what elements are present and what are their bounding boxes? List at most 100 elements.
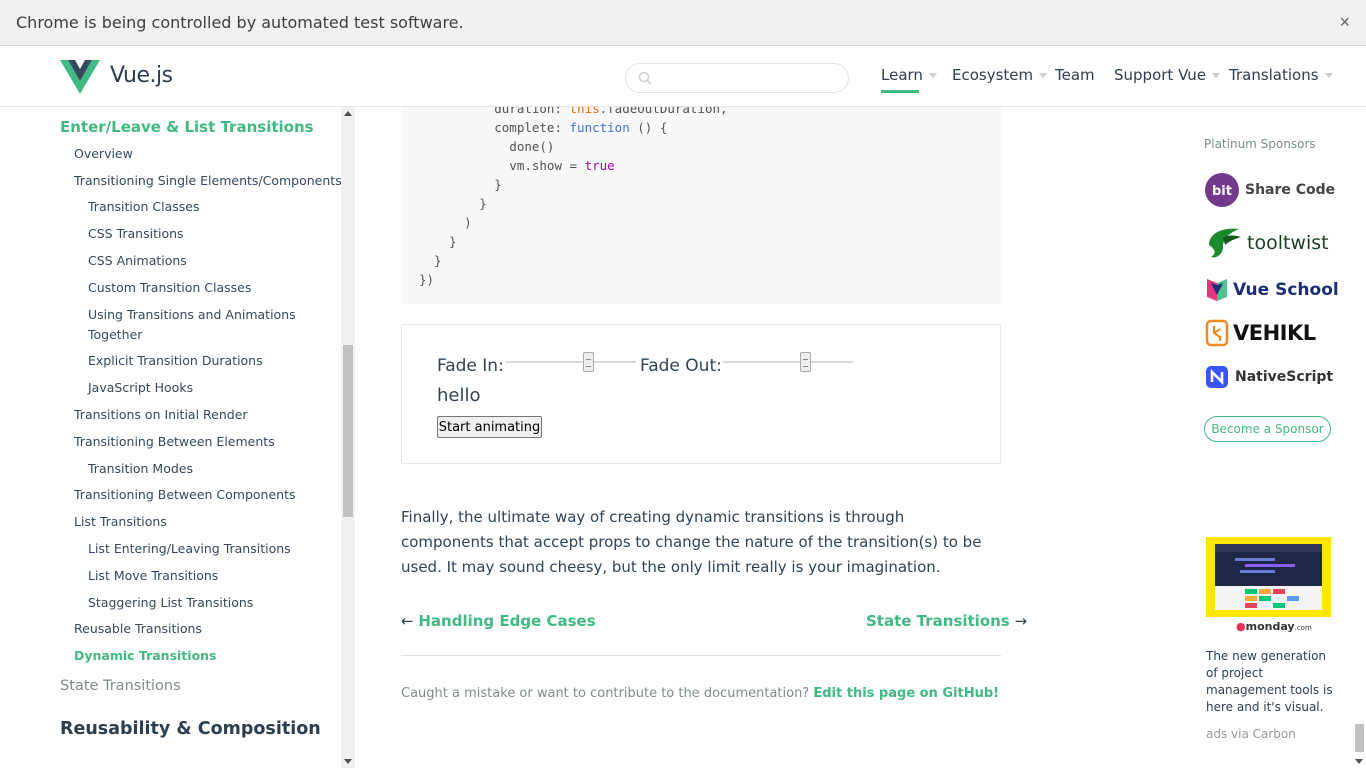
sponsor-tooltwist-label: tooltwist [1247,232,1329,254]
sidebar-item-transitions-animations-cont[interactable]: Together [88,327,142,342]
code-block: duration: this.fadeOutDuration, complete… [401,107,1001,304]
nativescript-logo-icon [1206,366,1228,388]
fade-out-slider[interactable] [723,352,853,372]
demo-box: Fade In: Fade Out: hello Start animating [401,324,1001,464]
search-box[interactable] [625,63,849,93]
bit-badge: bit [1212,184,1232,199]
hello-text: hello [437,385,481,406]
sidebar-item-css-transitions[interactable]: CSS Transitions [88,226,184,241]
nav-translations-label: Translations [1229,66,1319,84]
sidebar-item-overview[interactable]: Overview [74,146,133,161]
nav-ecosystem[interactable]: Ecosystem [952,66,1048,84]
sidebar-item-custom-classes[interactable]: Custom Transition Classes [88,280,251,295]
chevron-down-icon [1212,72,1221,78]
sidebar-item-initial-render[interactable]: Transitions on Initial Render [74,407,248,422]
sidebar-item-list-entering[interactable]: List Entering/Leaving Transitions [88,541,291,556]
scroll-up-icon[interactable] [344,111,352,116]
monday-logo-icon: ● [1236,620,1246,633]
sidebar-item-transition-classes[interactable]: Transition Classes [88,199,200,214]
next-link[interactable]: State Transitions → [866,612,1027,630]
site-header: Vue.js Learn Ecosystem Team Support Vue … [0,46,1366,107]
sidebar-item-between-components[interactable]: Transitioning Between Components [74,487,296,502]
vue-school-logo-icon [1207,279,1227,301]
sidebar-item-dynamic[interactable]: Dynamic Transitions [74,648,217,663]
divider [401,655,1001,656]
fade-in-slider[interactable] [506,352,636,372]
ad-brand-name: monday [1245,620,1295,633]
sponsor-tooltwist[interactable]: tooltwist [1205,225,1329,261]
close-icon[interactable]: × [1339,12,1350,33]
sponsor-vehikl[interactable]: VEHIKL [1205,319,1316,347]
sidebar-scrollbar[interactable] [341,107,355,768]
sidebar-item-staggering[interactable]: Staggering List Transitions [88,595,253,610]
vue-logo-icon[interactable] [60,60,100,94]
infobar-message: Chrome is being controlled by automated … [16,13,464,32]
scroll-down-icon[interactable] [344,759,352,764]
sponsor-vehikl-label: VEHIKL [1233,321,1316,345]
sidebar-section-title[interactable]: Enter/Leave & List Transitions [60,118,314,136]
ad-brand-suffix: .com [1294,624,1312,632]
nav-team[interactable]: Team [1055,66,1095,84]
nav-team-label: Team [1055,66,1095,84]
sidebar-item-transitions-animations[interactable]: Using Transitions and Animations [88,307,296,322]
sponsor-bit-label: Share Code [1245,182,1336,198]
logo-text[interactable]: Vue.js [110,63,173,88]
sidebar-item-js-hooks[interactable]: JavaScript Hooks [88,380,193,395]
ad-dashboard-graphic [1215,544,1322,610]
chevron-down-icon [1324,72,1333,78]
sidebar: Enter/Leave & List Transitions Overview … [0,107,341,768]
sidebar-item-single-elements[interactable]: Transitioning Single Elements/Components [74,173,341,188]
sidebar-item-between-elements[interactable]: Transitioning Between Elements [74,434,275,449]
arrow-left-icon: ← [401,612,414,630]
sidebar-item-css-animations[interactable]: CSS Animations [88,253,187,268]
sponsor-nativescript-label: NativeScript [1235,369,1334,385]
footer-note: Caught a mistake or want to contribute t… [401,686,999,701]
nav-active-indicator [881,90,919,93]
become-sponsor-button[interactable]: Become a Sponsor [1204,416,1331,442]
sidebar-item-explicit-durations[interactable]: Explicit Transition Durations [88,353,263,368]
vehikl-logo-icon [1205,319,1229,347]
code-content: duration: this.fadeOutDuration, complete… [419,107,728,287]
ad-screenshot [1215,544,1322,610]
ad-via-carbon[interactable]: ads via Carbon [1206,727,1296,741]
search-icon [638,71,652,85]
ad-image[interactable] [1206,537,1331,617]
prev-link[interactable]: ← Handling Edge Cases [401,612,596,630]
nav-support-vue[interactable]: Support Vue [1114,66,1221,84]
automation-infobar: Chrome is being controlled by automated … [0,0,1366,46]
arrow-right-icon: → [1014,612,1028,630]
sidebar-item-state-transitions[interactable]: State Transitions [60,678,181,694]
sidebar-item-transition-modes[interactable]: Transition Modes [88,461,193,476]
nav-ecosystem-label: Ecosystem [952,66,1034,84]
scroll-down-icon[interactable] [1355,759,1363,764]
sidebar-item-reusable[interactable]: Reusable Transitions [74,621,202,636]
slider-handle[interactable] [800,352,811,372]
search-input[interactable] [658,68,838,88]
platinum-sponsors-title: Platinum Sponsors [1204,137,1316,151]
edit-on-github-link[interactable]: Edit this page on GitHub! [813,686,999,701]
slider-handle[interactable] [583,352,594,372]
prev-link-label[interactable]: Handling Edge Cases [418,612,595,630]
ad-brand[interactable]: ●monday.com [1236,620,1312,633]
tooltwist-logo-icon [1209,228,1241,258]
fade-in-label: Fade In: [437,356,504,376]
page-scrollbar[interactable] [1352,107,1366,768]
body-paragraph: Finally, the ultimate way of creating dy… [401,508,982,576]
nav-translations[interactable]: Translations [1229,66,1333,84]
start-animating-button[interactable]: Start animating [437,416,542,438]
scrollbar-thumb[interactable] [1355,724,1364,752]
sidebar-group-title: Reusability & Composition [60,719,321,739]
next-link-label[interactable]: State Transitions [866,612,1010,630]
nav-support-label: Support Vue [1114,66,1207,84]
sponsor-nativescript[interactable]: NativeScript [1205,365,1333,389]
sidebar-item-list-move[interactable]: List Move Transitions [88,568,218,583]
nav-learn-label: Learn [881,66,923,84]
nav-learn[interactable]: Learn [881,66,937,84]
scrollbar-thumb[interactable] [343,345,353,517]
sponsor-vueschool-label: Vue School [1233,280,1339,300]
ad-copy[interactable]: The new generation of project management… [1206,648,1336,716]
chevron-down-icon [928,72,937,78]
sidebar-item-list-transitions[interactable]: List Transitions [74,514,167,529]
sponsor-bit[interactable]: bit Share Code [1205,173,1335,207]
sponsor-vueschool[interactable]: Vue School [1205,277,1339,303]
